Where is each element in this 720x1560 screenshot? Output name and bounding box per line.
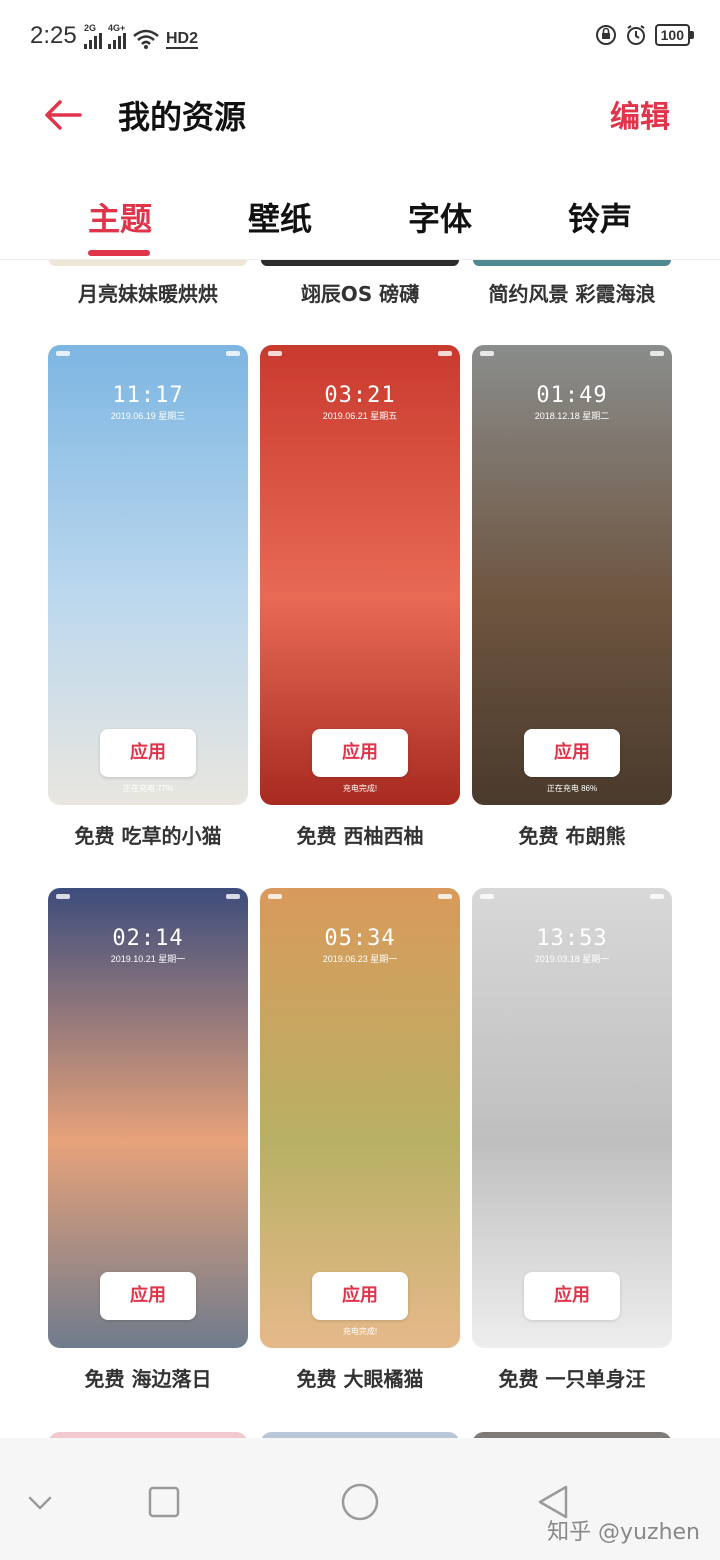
apply-button[interactable]: 应用 [312, 1272, 408, 1320]
battery-icon: 100 [654, 24, 695, 46]
theme-card[interactable]: 02:14 2019.10.21 星期一 应用 [48, 888, 248, 1348]
chevron-down-icon [28, 1496, 52, 1510]
navigation-bar: 知乎 @yuzhen [0, 1438, 720, 1560]
preview-caption: 充电完成! [342, 784, 378, 793]
theme-card[interactable]: 03:21 2019.06.21 星期五 应用 充电完成! [260, 345, 460, 805]
status-bar: 2:25 2G 4G+ HD2 100 [0, 0, 720, 72]
theme-card-partial[interactable] [49, 260, 247, 266]
theme-name: 月亮妹妹暖烘烘 [78, 282, 218, 306]
page-title: 我的资源 [118, 98, 247, 136]
theme-name: 免费 布朗熊 [518, 824, 626, 848]
preview-date: 2019.06.23 星期一 [322, 954, 398, 964]
preview-caption: 充电完成! [342, 1327, 378, 1336]
home-icon [341, 1483, 379, 1521]
theme-card[interactable]: 01:49 2018.12.18 星期二 应用 正在充电 86% [472, 345, 672, 805]
preview-date: 2018.12.18 星期二 [534, 411, 610, 421]
theme-name: 免费 一只单身汪 [498, 1367, 646, 1391]
theme-card[interactable]: 13:53 2019.03.18 星期一 应用 [472, 888, 672, 1348]
nav-collapse-button[interactable] [16, 1478, 64, 1526]
header: 我的资源 编辑 [0, 72, 720, 156]
apply-button[interactable]: 应用 [524, 1272, 620, 1320]
preview-date: 2019.06.21 星期五 [322, 411, 398, 421]
preview-clock: 05:34 [324, 926, 396, 951]
theme-name: 免费 大眼橘猫 [296, 1367, 424, 1391]
apply-button[interactable]: 应用 [312, 729, 408, 777]
apply-button[interactable]: 应用 [100, 729, 196, 777]
preview-clock: 02:14 [112, 926, 184, 951]
preview-clock: 13:53 [536, 926, 608, 951]
theme-name: 翊辰OS 磅礴 [300, 282, 420, 306]
theme-name: 简约风景 彩霞海浪 [488, 282, 656, 306]
status-left-icons: 2G 4G+ HD2 [84, 24, 199, 49]
status-right-icons: 100 [595, 24, 695, 46]
tab-active-indicator [88, 250, 150, 256]
wifi-icon [133, 29, 159, 49]
theme-name: 免费 西柚西柚 [296, 824, 424, 848]
tab-themes[interactable]: 主题 [40, 194, 200, 240]
hd-label: HD2 [166, 30, 199, 49]
preview-clock: 11:17 [112, 383, 184, 408]
signal-icon: 4G+ [108, 24, 126, 49]
back-arrow-icon [45, 100, 82, 130]
apply-button[interactable]: 应用 [524, 729, 620, 777]
recent-apps-icon [148, 1486, 180, 1518]
edit-button[interactable]: 编辑 [610, 92, 670, 136]
signal1-label: 2G [84, 23, 97, 33]
preview-clock: 01:49 [536, 383, 608, 408]
preview-date: 2019.10.21 星期一 [110, 954, 186, 964]
preview-date: 2019.06.19 星期三 [110, 411, 186, 421]
tab-wallpapers[interactable]: 壁纸 [200, 194, 360, 240]
theme-grid: 月亮妹妹暖烘烘 翊辰OS 磅礴 简约风景 彩霞海浪 11:17 2019.06.… [0, 260, 720, 1438]
nav-home-button[interactable] [336, 1478, 384, 1526]
tab-ringtones[interactable]: 铃声 [520, 194, 680, 240]
nav-recents-button[interactable] [140, 1478, 188, 1526]
preview-clock: 03:21 [324, 383, 396, 408]
signal2-label: 4G+ [108, 23, 126, 33]
theme-card[interactable]: 05:34 2019.06.23 星期一 应用 充电完成! [260, 888, 460, 1348]
tab-fonts[interactable]: 字体 [360, 194, 520, 240]
theme-name: 免费 吃草的小猫 [74, 824, 222, 848]
theme-card[interactable]: 11:17 2019.06.19 星期三 应用 正在充电 77% [48, 345, 248, 805]
lock-rotation-icon [595, 25, 616, 45]
tab-bar: 主题 壁纸 字体 铃声 [0, 180, 720, 260]
theme-card-partial[interactable] [261, 260, 459, 266]
apply-button[interactable]: 应用 [100, 1272, 196, 1320]
back-button[interactable] [40, 92, 86, 138]
theme-card-partial[interactable] [473, 260, 671, 266]
preview-caption: 正在充电 77% [122, 784, 174, 793]
preview-caption: 正在充电 86% [546, 784, 598, 793]
alarm-icon [626, 25, 645, 45]
signal-icon: 2G [84, 24, 102, 49]
preview-date: 2019.03.18 星期一 [534, 954, 610, 964]
watermark: 知乎 @yuzhen [547, 1520, 700, 1545]
status-time: 2:25 [30, 22, 77, 49]
theme-name: 免费 海边落日 [84, 1367, 212, 1391]
